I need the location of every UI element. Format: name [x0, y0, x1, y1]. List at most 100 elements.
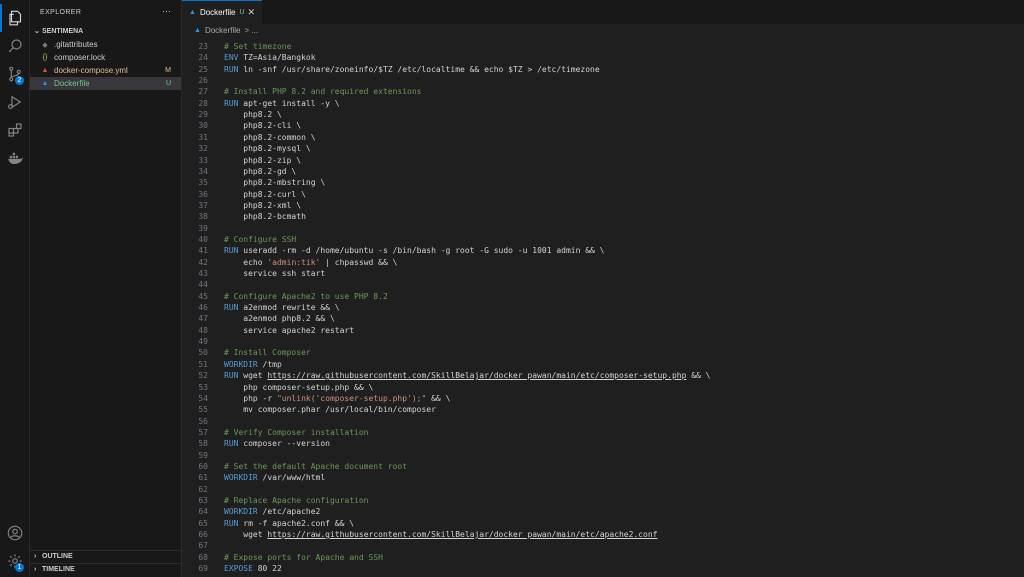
code-text: ENV TZ=Asia/Bangkok	[224, 53, 316, 63]
line-number: 59	[198, 450, 208, 460]
line-number: 68	[198, 552, 208, 562]
line-number: 64	[198, 507, 208, 517]
timeline-label: TIMELINE	[42, 566, 75, 573]
line-number: 48	[198, 325, 208, 335]
line-number: 42	[198, 257, 208, 267]
code-text: php8.2-gd \	[224, 166, 297, 176]
line-number: 54	[198, 393, 208, 403]
line-number: 57	[198, 427, 208, 437]
code-text: php composer-setup.php && \	[224, 382, 374, 392]
manage-gear-icon[interactable]: 1	[0, 547, 29, 575]
line-number: 49	[198, 337, 208, 347]
code-text: # Install Composer	[224, 348, 311, 358]
code-text: # Set timezone	[224, 42, 292, 51]
tab-label: Dockerfile	[199, 8, 236, 17]
code-text: # Set the default Apache document root	[224, 461, 408, 471]
code-text: a2enmod php8.2 && \	[224, 314, 335, 324]
file-item[interactable]: ◆ .gitattributes	[30, 38, 181, 51]
code-text: # Replace Apache configuration	[224, 496, 369, 505]
file-item[interactable]: ▲ docker-compose.yml M	[30, 64, 181, 77]
line-number: 46	[198, 303, 208, 313]
code-text: # Configure Apache2 to use PHP 8.2	[224, 291, 388, 301]
search-icon[interactable]	[0, 32, 29, 60]
file-status: M	[165, 67, 171, 74]
line-number: 27	[198, 87, 208, 97]
code-text: echo 'admin:tik' | chpasswd && \	[224, 257, 398, 267]
file-name: docker-compose.yml	[54, 66, 128, 75]
workspace-folder[interactable]: ⌄ SENTIMENA	[30, 24, 181, 38]
folder-label: SENTIMENA	[42, 27, 84, 35]
close-icon[interactable]: ✕	[247, 7, 255, 18]
line-number: 63	[198, 496, 208, 505]
code-text: php8.2-curl \	[224, 189, 306, 199]
file-type-icon: ▲	[41, 80, 49, 87]
file-name: .gitattributes	[54, 40, 98, 49]
source-control-badge: 2	[15, 76, 24, 85]
line-number: 23	[198, 42, 208, 51]
accounts-icon[interactable]	[0, 519, 29, 547]
code-text: php8.2-cli \	[224, 121, 302, 131]
code-text: EXPOSE 80 22	[224, 564, 282, 574]
editor-tab-bar: ▲ Dockerfile U ✕	[182, 0, 1024, 25]
code-text: mv composer.phar /usr/local/bin/composer	[224, 405, 436, 415]
explorer-sidebar: EXPLORER ··· ⌄ SENTIMENA ◆ .gitattributes…	[30, 0, 182, 577]
line-number: 33	[198, 155, 208, 165]
line-number: 53	[198, 382, 208, 392]
source-control-icon[interactable]: 2	[0, 60, 29, 88]
code-text: RUN wget https://raw.githubusercontent.c…	[224, 371, 711, 381]
breadcrumb-rest[interactable]: > ...	[245, 26, 259, 35]
breadcrumb: ▲ Dockerfile > ...	[182, 24, 1024, 37]
explorer-icon[interactable]	[0, 4, 29, 32]
code-text: # Configure SSH	[224, 234, 297, 244]
code-text: service ssh start	[224, 269, 326, 278]
line-number: 69	[198, 564, 208, 574]
line-number: 24	[198, 53, 208, 63]
line-number: 36	[198, 189, 208, 199]
code-text: wget https://raw.githubusercontent.com/S…	[224, 530, 658, 540]
docker-file-icon: ▲	[194, 27, 201, 34]
line-number: 67	[198, 541, 208, 551]
code-text: php8.2 \	[224, 110, 282, 120]
line-number: 37	[198, 200, 208, 210]
line-number: 43	[198, 269, 208, 278]
code-text: php8.2-common \	[224, 132, 316, 142]
file-list: ◆ .gitattributes {} composer.lock ▲ docker-co…	[30, 38, 181, 90]
code-editor[interactable]: 23 # Set timezone 24 ENV TZ=Asia/Bangkok 25 R…	[182, 41, 1024, 577]
line-number: 52	[198, 371, 208, 381]
run-debug-icon[interactable]	[0, 88, 29, 116]
code-text: # Install PHP 8.2 and required extension…	[224, 87, 422, 97]
line-number: 31	[198, 132, 208, 142]
line-number: 34	[198, 166, 208, 176]
outline-section[interactable]: › OUTLINE	[30, 550, 181, 562]
line-number: 25	[198, 64, 208, 74]
file-item[interactable]: {} composer.lock	[30, 51, 181, 64]
file-item[interactable]: ▲ Dockerfile U	[30, 77, 181, 90]
line-number: 29	[198, 110, 208, 120]
code-text: RUN apt-get install -y \	[224, 98, 340, 108]
line-number: 65	[198, 518, 208, 528]
code-text: RUN ln -snf /usr/share/zoneinfo/$TZ /etc…	[224, 64, 600, 74]
file-type-icon: {}	[42, 54, 48, 61]
line-number: 30	[198, 121, 208, 131]
explorer-more-actions[interactable]: ···	[162, 6, 171, 16]
code-text: php8.2-xml \	[224, 200, 302, 210]
code-text: RUN a2enmod rewrite && \	[224, 303, 340, 313]
code-text: # Expose ports for Apache and SSH	[224, 552, 383, 562]
breadcrumb-file[interactable]: Dockerfile	[205, 26, 241, 35]
code-text: service apache2 restart	[224, 325, 355, 335]
timeline-section[interactable]: › TIMELINE	[30, 563, 181, 575]
line-number: 51	[198, 359, 208, 369]
extensions-icon[interactable]	[0, 116, 29, 144]
line-number: 35	[198, 178, 208, 188]
chevron-down-icon: ⌄	[34, 28, 40, 35]
tab-dockerfile[interactable]: ▲ Dockerfile U ✕	[182, 0, 262, 24]
outline-label: OUTLINE	[42, 553, 73, 560]
activity-bar: 2 1	[0, 0, 30, 577]
code-text: php8.2-bcmath	[224, 212, 306, 222]
line-number: 47	[198, 314, 208, 324]
line-number: 28	[198, 98, 208, 108]
line-number: 61	[198, 473, 208, 483]
docker-icon[interactable]	[0, 144, 29, 172]
line-number: 26	[198, 76, 208, 86]
manage-badge: 1	[15, 563, 24, 572]
